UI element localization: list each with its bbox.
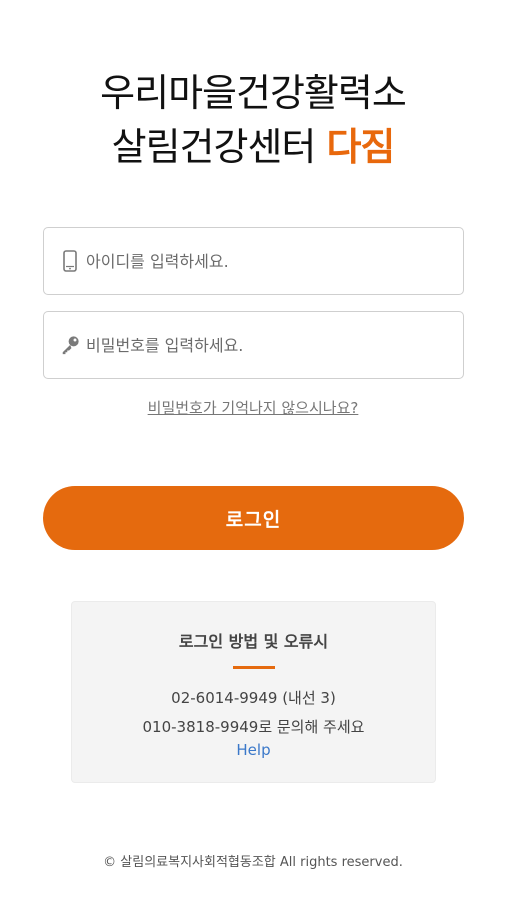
help-box-title: 로그인 방법 및 오류시 [178,632,329,651]
app-title-accent: 다짐 [326,125,395,169]
key-icon [60,333,80,357]
app-title-main: 살림건강센터 [111,125,327,169]
password-field[interactable] [43,311,464,379]
help-link[interactable]: Help [236,741,270,759]
help-box-divider [232,666,275,669]
help-box-mobile-line: 010-3818-9949로 문의해 주세요 [142,718,365,736]
help-box: 로그인 방법 및 오류시 02-6014-9949 (내선 3) 010-381… [71,601,436,783]
password-input[interactable] [86,325,446,365]
app-title-line1: 우리마을건강활력소 [100,71,407,115]
help-box-phone-line: 02-6014-9949 (내선 3) [171,689,336,707]
footer-copyright: © 살림의료복지사회적협동조합 All rights reserved. [103,855,403,870]
id-field[interactable] [43,227,464,295]
login-button[interactable]: 로그인 [43,486,464,550]
forgot-password-link[interactable]: 비밀번호가 기억나지 않으시나요? [0,397,506,418]
app-title-line2: 살림건강센터 다짐 [0,120,506,174]
id-input[interactable] [86,241,446,281]
app-title: 우리마을건강활력소 살림건강센터 다짐 [0,66,506,174]
phone-icon [60,249,80,273]
